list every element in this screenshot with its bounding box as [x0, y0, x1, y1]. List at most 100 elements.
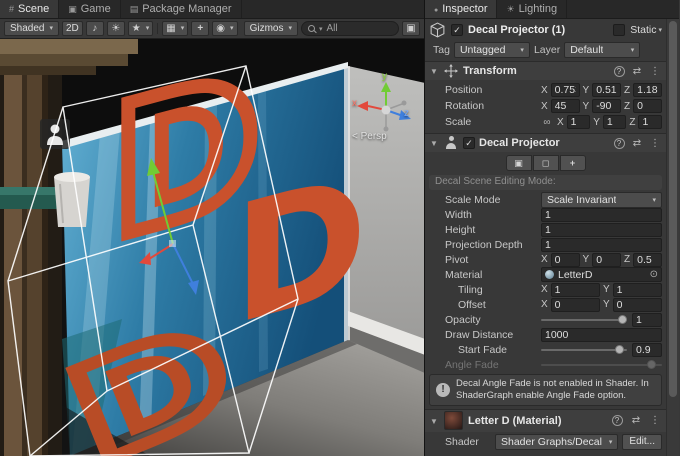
perspective-label[interactable]: < Persp: [352, 132, 387, 142]
rotation-y-field[interactable]: [592, 99, 621, 113]
scale-edit-mode-button[interactable]: [506, 155, 532, 171]
static-checkbox[interactable]: [613, 24, 625, 36]
tiling-label: Tiling: [445, 284, 537, 296]
shader-edit-button[interactable]: Edit...: [622, 434, 662, 450]
shader-dropdown[interactable]: Shader Graphs/Decal: [495, 434, 618, 450]
scale-link-icon[interactable]: [541, 117, 553, 128]
opacity-field[interactable]: [632, 313, 662, 327]
tag-dropdown[interactable]: Untagged: [454, 42, 530, 58]
material-object-field[interactable]: LetterD: [541, 267, 662, 282]
2d-toggle-button[interactable]: 2D: [62, 21, 83, 36]
crop-edit-mode-button[interactable]: [533, 155, 559, 171]
tab-scene[interactable]: Scene: [0, 0, 59, 18]
position-y-field[interactable]: [592, 83, 621, 97]
scrollbar-thumb[interactable]: [669, 21, 677, 397]
foldout-arrow-icon[interactable]: [429, 415, 439, 427]
gizmos-dropdown[interactable]: Gizmos: [244, 21, 298, 36]
rotation-row: Rotation X Y Z: [425, 98, 666, 114]
material-header[interactable]: Letter D (Material): [425, 410, 666, 432]
tag-value: Untagged: [460, 44, 506, 56]
pivot-y-field[interactable]: [592, 253, 621, 267]
width-field[interactable]: [541, 208, 662, 222]
active-checkbox[interactable]: [451, 24, 463, 36]
material-section: Letter D (Material) Shader Shader Graphs…: [425, 409, 666, 452]
pivot-z-field[interactable]: [633, 253, 662, 267]
scale-row: Scale X Y Z: [425, 114, 666, 130]
pivot-row: Pivot X Y Z: [425, 252, 666, 267]
draw-distance-field[interactable]: [541, 328, 662, 342]
tiling-y-field[interactable]: [613, 283, 662, 297]
transform-component: Transform Position X Y Z: [425, 61, 666, 133]
opacity-slider[interactable]: [541, 319, 627, 321]
projection-depth-field[interactable]: [541, 238, 662, 252]
scale-mode-dropdown[interactable]: Scale Invariant: [541, 192, 662, 208]
inspector-scrollbar[interactable]: [666, 19, 679, 456]
presets-icon[interactable]: [630, 138, 644, 149]
tab-inspector[interactable]: Inspector: [425, 0, 497, 18]
tab-game[interactable]: Game: [59, 0, 120, 18]
scale-mode-value: Scale Invariant: [547, 194, 616, 206]
package-manager-tab-icon: [130, 5, 139, 14]
start-fade-slider-handle[interactable]: [615, 345, 624, 354]
transform-header[interactable]: Transform: [425, 62, 666, 80]
static-dropdown[interactable]: Static: [630, 24, 662, 36]
scale-y-field[interactable]: [603, 115, 627, 129]
camera-dropdown[interactable]: [212, 21, 237, 36]
scale-x-field[interactable]: [567, 115, 591, 129]
position-z-field[interactable]: [633, 83, 662, 97]
offset-x-field[interactable]: [551, 298, 600, 312]
foldout-arrow-icon[interactable]: [429, 65, 439, 77]
help-icon[interactable]: [614, 66, 625, 77]
width-row: Width: [425, 207, 666, 222]
snap-tool-button[interactable]: [191, 21, 209, 36]
opacity-slider-handle[interactable]: [618, 315, 627, 324]
gizmos-label: Gizmos: [250, 24, 284, 34]
transform-icon: [443, 64, 459, 78]
foldout-arrow-icon[interactable]: [429, 137, 439, 149]
rotation-x-field[interactable]: [551, 99, 580, 113]
position-row: Position X Y Z: [425, 82, 666, 98]
start-fade-slider[interactable]: [541, 349, 627, 351]
tab-package-manager[interactable]: Package Manager: [121, 0, 242, 18]
presets-icon[interactable]: [629, 415, 643, 426]
offset-y-field[interactable]: [613, 298, 662, 312]
audio-toggle-button[interactable]: [86, 21, 104, 36]
draw-mode-dropdown[interactable]: Shaded: [4, 21, 59, 36]
scale-z-field[interactable]: [638, 115, 662, 129]
component-enabled-checkbox[interactable]: [463, 137, 475, 149]
object-picker-icon[interactable]: [650, 270, 658, 280]
gizmo-y-label[interactable]: y: [382, 72, 387, 82]
scale-mode-label: Scale Mode: [445, 194, 537, 206]
draw-mode-label: Shaded: [10, 24, 44, 34]
toolbar-separator: [157, 23, 158, 34]
start-fade-field[interactable]: [632, 343, 662, 357]
kebab-menu-icon[interactable]: [648, 138, 662, 149]
grid-dropdown[interactable]: [162, 21, 188, 36]
help-icon[interactable]: [612, 415, 623, 426]
gizmo-z-label[interactable]: z: [404, 109, 409, 119]
pivot-edit-mode-button[interactable]: [560, 155, 586, 171]
gizmo-x-label[interactable]: x: [352, 99, 357, 109]
maximize-button[interactable]: [402, 21, 420, 36]
tab-lighting[interactable]: Lighting: [497, 0, 567, 18]
rotation-z-field[interactable]: [633, 99, 662, 113]
pivot-x-field[interactable]: [551, 253, 580, 267]
camera-icon: [216, 24, 225, 34]
shader-value: Shader Graphs/Decal: [501, 436, 602, 448]
layer-dropdown[interactable]: Default: [564, 42, 640, 58]
scene-search-input[interactable]: ▾ All: [301, 21, 399, 36]
axis-x-label: X: [541, 284, 548, 295]
decal-projector-header[interactable]: Decal Projector: [425, 134, 666, 152]
scene-viewport[interactable]: D D D: [0, 39, 424, 456]
static-label: Static: [630, 24, 656, 36]
help-icon[interactable]: [614, 138, 625, 149]
package-manager-tab-label: Package Manager: [142, 3, 231, 15]
position-x-field[interactable]: [551, 83, 580, 97]
presets-icon[interactable]: [630, 66, 644, 77]
lighting-toggle-button[interactable]: [107, 21, 125, 36]
kebab-menu-icon[interactable]: [648, 66, 662, 77]
kebab-menu-icon[interactable]: [648, 415, 662, 426]
height-field[interactable]: [541, 223, 662, 237]
tiling-x-field[interactable]: [551, 283, 600, 297]
effects-dropdown[interactable]: [128, 21, 153, 36]
